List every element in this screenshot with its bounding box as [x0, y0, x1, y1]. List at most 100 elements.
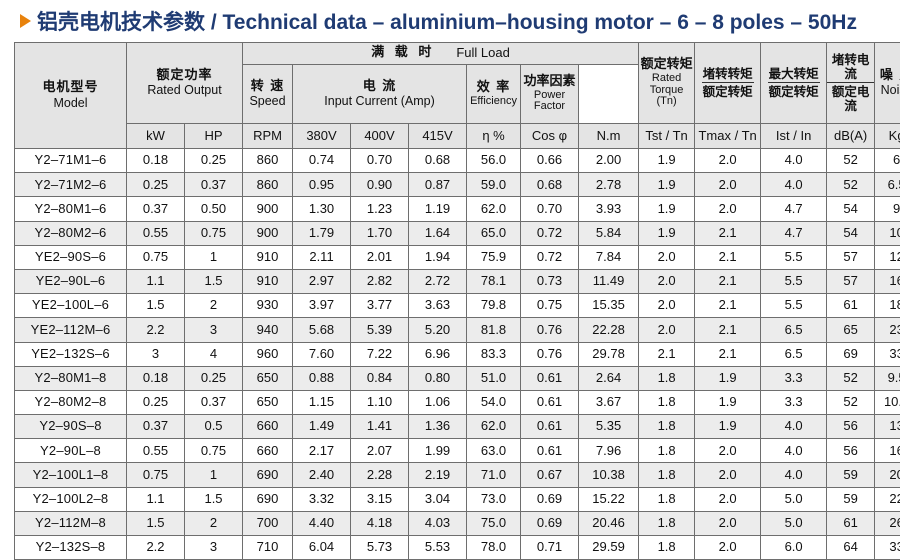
unit-power-factor: Cos φ	[521, 124, 579, 149]
cell-tmax-tn: 2.0	[695, 536, 761, 560]
cell-ist-in: 6.5	[761, 342, 827, 366]
cell-rated-output-kw: 3	[127, 342, 185, 366]
cell-weight: 22	[875, 487, 900, 511]
cell-current-380v: 1.15	[293, 390, 351, 414]
cell-tmax-tn: 1.9	[695, 415, 761, 439]
cell-speed-rpm: 900	[243, 221, 293, 245]
cell-speed-rpm: 660	[243, 439, 293, 463]
header-rated-torque: 额定转矩 Rated Torque (Tn)	[639, 43, 695, 124]
unit-415v: 415V	[409, 124, 467, 149]
cell-tmax-tn: 2.0	[695, 463, 761, 487]
cell-power-factor: 0.66	[521, 149, 579, 173]
cell-current-380v: 0.88	[293, 366, 351, 390]
cell-current-380v: 2.97	[293, 269, 351, 293]
cell-power-factor: 0.68	[521, 173, 579, 197]
cell-model: Y2–80M1–6	[15, 197, 127, 221]
cell-noise: 56	[827, 439, 875, 463]
cell-noise: 54	[827, 221, 875, 245]
cell-current-380v: 1.30	[293, 197, 351, 221]
cell-rated-torque: 5.35	[579, 415, 639, 439]
cell-weight: 33	[875, 536, 900, 560]
cell-model: Y2–132S–8	[15, 536, 127, 560]
cell-tmax-tn: 2.0	[695, 439, 761, 463]
cell-power-factor: 0.69	[521, 511, 579, 535]
cell-rated-torque: 5.84	[579, 221, 639, 245]
cell-tst-tn: 2.0	[639, 294, 695, 318]
cell-rated-output-hp: 0.25	[185, 149, 243, 173]
cell-current-380v: 2.11	[293, 245, 351, 269]
cell-efficiency: 63.0	[467, 439, 521, 463]
cell-rated-torque: 22.28	[579, 318, 639, 342]
table-body: Y2–71M1–60.180.258600.740.700.6856.00.66…	[15, 149, 900, 560]
cell-noise: 52	[827, 173, 875, 197]
cell-ist-in: 5.0	[761, 511, 827, 535]
cell-rated-torque: 10.38	[579, 463, 639, 487]
cell-speed-rpm: 690	[243, 487, 293, 511]
cell-current-400v: 2.28	[351, 463, 409, 487]
cell-tmax-tn: 2.1	[695, 221, 761, 245]
cell-current-415v: 1.94	[409, 245, 467, 269]
header-full-load-band: 满 载 时 Full Load	[243, 43, 639, 65]
header-model: 电机型号 Model	[15, 43, 127, 149]
cell-rated-output-hp: 1	[185, 463, 243, 487]
cell-model: Y2–71M2–6	[15, 173, 127, 197]
cell-rated-output-hp: 2	[185, 511, 243, 535]
technical-data-page: 铝壳电机技术参数 / Technical data – aluminium–ho…	[0, 0, 900, 544]
cell-efficiency: 62.0	[467, 415, 521, 439]
cell-efficiency: 62.0	[467, 197, 521, 221]
cell-rated-torque: 2.00	[579, 149, 639, 173]
cell-current-380v: 2.17	[293, 439, 351, 463]
cell-ist-in: 4.0	[761, 149, 827, 173]
cell-tst-tn: 1.8	[639, 536, 695, 560]
cell-rated-torque: 20.46	[579, 511, 639, 535]
cell-power-factor: 0.75	[521, 294, 579, 318]
unit-tmax-tn: Tmax / Tn	[695, 124, 761, 149]
unit-torque: N.m	[579, 124, 639, 149]
cell-tst-tn: 1.8	[639, 511, 695, 535]
triangle-right-icon	[20, 14, 31, 28]
cell-tst-tn: 2.0	[639, 269, 695, 293]
cell-current-400v: 0.90	[351, 173, 409, 197]
cell-tmax-tn: 2.0	[695, 511, 761, 535]
cell-rated-output-kw: 0.75	[127, 245, 185, 269]
cell-model: Y2–112M–8	[15, 511, 127, 535]
cell-current-400v: 3.77	[351, 294, 409, 318]
cell-noise: 64	[827, 536, 875, 560]
cell-ist-in: 4.0	[761, 415, 827, 439]
cell-weight: 16	[875, 269, 900, 293]
cell-power-factor: 0.69	[521, 487, 579, 511]
cell-rated-output-kw: 2.2	[127, 536, 185, 560]
table-row: YE2–90L–61.11.59102.972.822.7278.10.7311…	[15, 269, 900, 293]
cell-weight: 9	[875, 197, 900, 221]
unit-tst-tn: Tst / Tn	[639, 124, 695, 149]
cell-tmax-tn: 2.0	[695, 197, 761, 221]
cell-current-380v: 3.97	[293, 294, 351, 318]
cell-rated-torque: 2.64	[579, 366, 639, 390]
cell-power-factor: 0.72	[521, 245, 579, 269]
table-row: Y2–71M1–60.180.258600.740.700.6856.00.66…	[15, 149, 900, 173]
unit-hp: HP	[185, 124, 243, 149]
cell-rated-output-kw: 0.18	[127, 149, 185, 173]
cell-tmax-tn: 2.1	[695, 269, 761, 293]
cell-current-400v: 1.41	[351, 415, 409, 439]
cell-weight: 16	[875, 439, 900, 463]
cell-ist-in: 3.3	[761, 390, 827, 414]
cell-model: YE2–100L–6	[15, 294, 127, 318]
cell-tmax-tn: 2.1	[695, 318, 761, 342]
unit-efficiency: η %	[467, 124, 521, 149]
unit-weight: Kg	[875, 124, 900, 149]
cell-rated-output-hp: 2	[185, 294, 243, 318]
cell-speed-rpm: 690	[243, 463, 293, 487]
cell-efficiency: 78.1	[467, 269, 521, 293]
cell-current-380v: 0.95	[293, 173, 351, 197]
table-row: YE2–90S–60.7519102.112.011.9475.90.727.8…	[15, 245, 900, 269]
cell-rated-torque: 7.84	[579, 245, 639, 269]
cell-model: YE2–90L–6	[15, 269, 127, 293]
cell-tmax-tn: 2.0	[695, 487, 761, 511]
header-band-row: 电机型号 Model 额定功率 Rated Output 满 载 时 Full …	[15, 43, 900, 65]
cell-weight: 33	[875, 342, 900, 366]
cell-power-factor: 0.71	[521, 536, 579, 560]
cell-model: YE2–112M–6	[15, 318, 127, 342]
unit-noise: dB(A)	[827, 124, 875, 149]
cell-power-factor: 0.61	[521, 415, 579, 439]
